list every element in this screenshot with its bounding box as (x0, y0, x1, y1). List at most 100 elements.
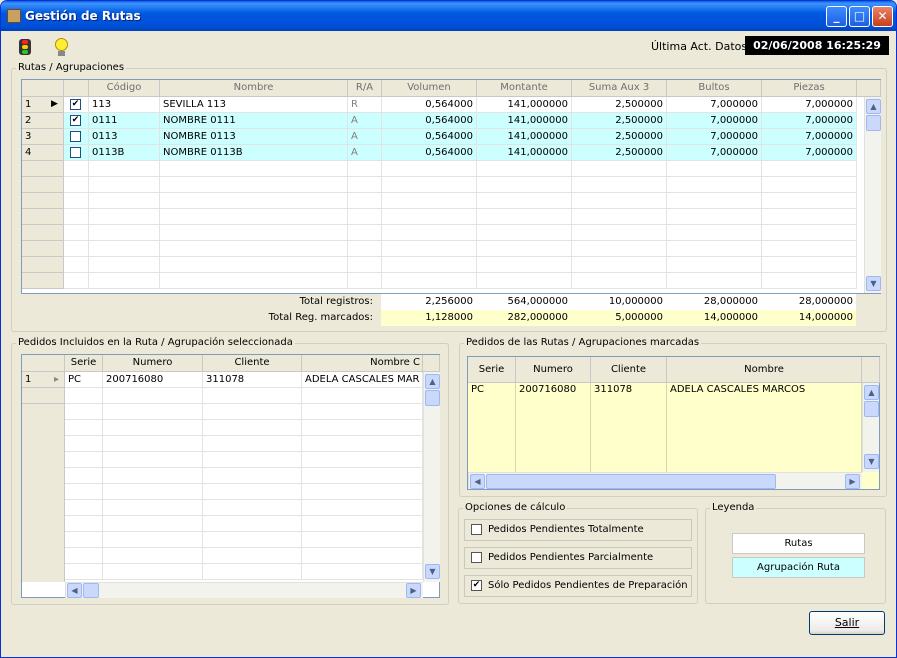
rutas-cell[interactable]: A (348, 145, 382, 161)
rutas-cell[interactable] (348, 241, 382, 257)
rutas-cell[interactable]: 7,000000 (762, 129, 857, 145)
rutas-cell[interactable] (762, 225, 857, 241)
pedidos-sel-cell[interactable] (103, 468, 203, 484)
scroll-down-icon[interactable]: ▼ (866, 276, 881, 291)
pedidos-sel-cell[interactable] (302, 484, 423, 500)
rutas-cell[interactable]: NOMBRE 0113B (160, 145, 348, 161)
rutas-cell[interactable]: R (348, 97, 382, 113)
rutas-row-header[interactable]: 4 (22, 145, 64, 161)
pedidos-sel-cell[interactable] (65, 564, 103, 580)
pedidos-sel-cell[interactable] (103, 484, 203, 500)
option-row[interactable]: Pedidos Pendientes Parcialmente (464, 547, 692, 569)
rutas-cell[interactable]: 0111 (89, 113, 160, 129)
rutas-check-cell[interactable]: ✔ (64, 97, 89, 113)
rutas-cell[interactable] (89, 273, 160, 289)
pedidos-marc-col-header[interactable]: Cliente (591, 357, 667, 383)
rutas-cell[interactable] (762, 161, 857, 177)
rutas-cell[interactable] (89, 209, 160, 225)
pedidos-sel-cell[interactable] (65, 436, 103, 452)
pedidos-sel-cell[interactable] (302, 420, 423, 436)
pedidos-sel-cell[interactable] (203, 404, 302, 420)
pedidos-sel-col-header[interactable]: Serie (65, 355, 103, 372)
rutas-cell[interactable] (348, 209, 382, 225)
rutas-check-cell[interactable]: ✔ (64, 113, 89, 129)
rutas-col-header[interactable]: Piezas (762, 80, 857, 97)
rutas-check-cell[interactable] (64, 145, 89, 161)
pedidos-sel-col-header[interactable]: Numero (103, 355, 203, 372)
rutas-row-header[interactable] (22, 209, 64, 225)
rutas-cell[interactable]: A (348, 129, 382, 145)
pedidos-sel-cell[interactable] (103, 388, 203, 404)
pedidos-sel-cell[interactable] (65, 452, 103, 468)
pedidos-sel-cell[interactable] (302, 548, 423, 564)
rutas-cell[interactable] (477, 177, 572, 193)
pedidos-sel-cell[interactable] (302, 436, 423, 452)
rutas-cell[interactable] (89, 161, 160, 177)
pedidos-sel-cell[interactable] (65, 420, 103, 436)
rutas-col-header[interactable]: Bultos (667, 80, 762, 97)
pedidos-marc-cell[interactable]: ADELA CASCALES MARCOS (667, 383, 862, 472)
pedidos-sel-cell[interactable] (103, 532, 203, 548)
close-button[interactable]: ✕ (872, 6, 893, 27)
rutas-cell[interactable] (572, 241, 667, 257)
scroll-right-icon[interactable]: ▶ (845, 474, 860, 489)
rutas-row-header[interactable] (22, 177, 64, 193)
scroll-up-icon[interactable]: ▲ (425, 374, 440, 389)
option-checkbox[interactable] (471, 552, 482, 563)
rutas-cell[interactable] (89, 241, 160, 257)
rutas-cell[interactable]: 0,564000 (382, 113, 477, 129)
rutas-cell[interactable]: A (348, 113, 382, 129)
pedidos-sel-cell[interactable] (302, 532, 423, 548)
pedidos-sel-cell[interactable]: 200716080 (103, 372, 203, 388)
pedidos-marc-cell[interactable]: 200716080 (516, 383, 591, 472)
pedidos-marc-col-header[interactable]: Serie (468, 357, 516, 383)
option-row[interactable]: ✔ Sólo Pedidos Pendientes de Preparación (464, 575, 692, 597)
rutas-cell[interactable] (762, 273, 857, 289)
pedidos-sel-cell[interactable] (203, 420, 302, 436)
rutas-cell[interactable] (572, 193, 667, 209)
pedidos-sel-cell[interactable] (65, 532, 103, 548)
rutas-cell[interactable]: NOMBRE 0111 (160, 113, 348, 129)
rutas-cell[interactable] (762, 177, 857, 193)
rutas-cell[interactable]: 7,000000 (762, 97, 857, 113)
rutas-cell[interactable] (667, 257, 762, 273)
rutas-cell[interactable] (382, 161, 477, 177)
pedidos-marc-cell[interactable]: PC (468, 383, 516, 472)
pedidos-sel-cell[interactable] (302, 516, 423, 532)
scroll-thumb-h[interactable] (83, 583, 99, 598)
title-bar[interactable]: Gestión de Rutas _ □ ✕ (1, 1, 896, 31)
pedidos-sel-cell[interactable] (203, 388, 302, 404)
pedidos-marc-cell[interactable]: 311078 (591, 383, 667, 472)
pedidos-sel-cell[interactable] (103, 548, 203, 564)
rutas-cell[interactable] (382, 273, 477, 289)
rutas-row-header[interactable] (22, 257, 64, 273)
rutas-cell[interactable]: 141,000000 (477, 129, 572, 145)
row-checkbox[interactable]: ✔ (70, 99, 81, 110)
rutas-cell[interactable] (572, 257, 667, 273)
rutas-cell[interactable]: 113 (89, 97, 160, 113)
rutas-scrollbar[interactable]: ▲ ▼ (864, 97, 881, 293)
scroll-up-icon[interactable]: ▲ (864, 385, 879, 400)
pedidos-sel-cell[interactable] (203, 516, 302, 532)
rutas-cell[interactable]: 0,564000 (382, 129, 477, 145)
rutas-col-header[interactable]: Volumen (382, 80, 477, 97)
rutas-cell[interactable] (572, 177, 667, 193)
rutas-cell[interactable] (160, 257, 348, 273)
rutas-col-header[interactable]: Código (89, 80, 160, 97)
pedidos-sel-cell[interactable] (65, 500, 103, 516)
pedidos-sel-cell[interactable] (203, 468, 302, 484)
rutas-cell[interactable] (348, 177, 382, 193)
pedidos-sel-cell[interactable] (103, 436, 203, 452)
rutas-cell[interactable] (667, 177, 762, 193)
rutas-check-cell[interactable] (64, 129, 89, 145)
rutas-cell[interactable] (667, 225, 762, 241)
rutas-cell[interactable]: 0113B (89, 145, 160, 161)
rutas-cell[interactable] (382, 209, 477, 225)
rutas-cell[interactable] (348, 193, 382, 209)
rutas-cell[interactable] (667, 273, 762, 289)
row-checkbox[interactable]: ✔ (70, 115, 81, 126)
rutas-cell[interactable] (160, 209, 348, 225)
pedidos-marc-hscroll[interactable]: ◀ ▶ (468, 472, 862, 489)
pedidos-sel-col-header[interactable]: Cliente (203, 355, 302, 372)
rutas-row-header[interactable] (22, 225, 64, 241)
